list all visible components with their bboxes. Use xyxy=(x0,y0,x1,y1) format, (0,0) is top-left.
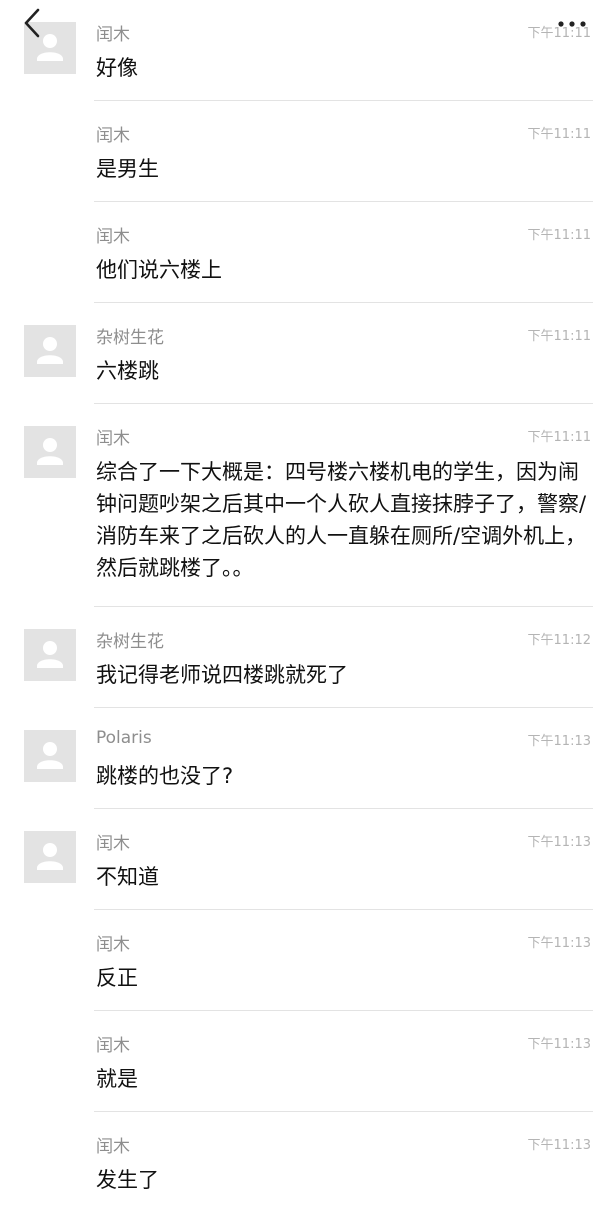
sender-name: 杂树生花 xyxy=(96,328,164,348)
more-button[interactable] xyxy=(555,16,589,30)
sender-name: 闰木 xyxy=(96,935,130,955)
sender-name: 闰木 xyxy=(96,1137,130,1157)
message-text: 他们说六楼上 xyxy=(96,258,222,282)
message-item[interactable]: Polaris 下午11:13 跳楼的也没了? xyxy=(0,708,615,809)
message-item[interactable]: 杂树生花 下午11:12 我记得老师说四楼跳就死了 xyxy=(0,607,615,708)
message-text: 反正 xyxy=(96,966,138,990)
message-text: 六楼跳 xyxy=(96,359,159,383)
message-item[interactable]: 闰木 下午11:13 发生了 xyxy=(0,1112,615,1213)
message-item[interactable]: 闰木 下午11:13 不知道 xyxy=(0,809,615,910)
sender-name: 闰木 xyxy=(96,429,130,449)
message-time: 下午11:12 xyxy=(527,633,591,648)
message-text: 就是 xyxy=(96,1067,138,1091)
default-user-icon xyxy=(37,843,63,870)
sender-name: 杂树生花 xyxy=(96,632,164,652)
message-text: 好像 xyxy=(96,56,138,80)
message-text: 综合了一下大概是：四号楼六楼机电的学生，因为闹钟问题吵架之后其中一个人砍人直接抹… xyxy=(96,460,587,580)
avatar[interactable] xyxy=(24,426,76,478)
sender-name: 闰木 xyxy=(96,126,130,146)
message-time: 下午11:11 xyxy=(527,228,591,243)
more-dots-icon xyxy=(558,21,586,27)
avatar[interactable] xyxy=(24,730,76,782)
message-item[interactable]: 闰木 下午11:13 反正 xyxy=(0,910,615,1011)
chevron-left-icon xyxy=(24,8,40,38)
message-item[interactable]: 闰木 下午11:11 他们说六楼上 xyxy=(0,202,615,303)
avatar[interactable] xyxy=(24,831,76,883)
message-time: 下午11:11 xyxy=(527,430,591,445)
message-list: 闰木 下午11:11 好像 闰木 下午11:11 是男生 闰木 下午11:11 … xyxy=(0,0,615,1213)
message-time: 下午11:13 xyxy=(527,936,591,951)
top-bar xyxy=(0,0,615,40)
message-time: 下午11:13 xyxy=(527,835,591,850)
message-time: 下午11:11 xyxy=(527,127,591,142)
message-item[interactable]: 闰木 下午11:13 就是 xyxy=(0,1011,615,1112)
message-text: 发生了 xyxy=(96,1168,159,1192)
avatar[interactable] xyxy=(24,629,76,681)
message-time: 下午11:13 xyxy=(527,734,591,749)
default-user-icon xyxy=(37,742,63,769)
sender-name: 闰木 xyxy=(96,1036,130,1056)
message-text: 不知道 xyxy=(96,865,159,889)
message-time: 下午11:13 xyxy=(527,1037,591,1052)
default-user-icon xyxy=(37,641,63,668)
sender-name: 闰木 xyxy=(96,834,130,854)
message-time: 下午11:13 xyxy=(527,1138,591,1153)
message-time: 下午11:11 xyxy=(527,329,591,344)
message-item[interactable]: 闰木 下午11:11 是男生 xyxy=(0,101,615,202)
default-user-icon xyxy=(37,438,63,465)
back-button[interactable] xyxy=(18,6,48,40)
message-text: 是男生 xyxy=(96,157,159,181)
default-user-icon xyxy=(37,337,63,364)
message-text: 我记得老师说四楼跳就死了 xyxy=(96,663,348,687)
sender-name: 闰木 xyxy=(96,227,130,247)
avatar[interactable] xyxy=(24,325,76,377)
message-item[interactable]: 杂树生花 下午11:11 六楼跳 xyxy=(0,303,615,404)
message-text: 跳楼的也没了? xyxy=(96,764,234,788)
message-item[interactable]: 闰木 下午11:11 综合了一下大概是：四号楼六楼机电的学生，因为闹钟问题吵架之… xyxy=(0,404,615,607)
sender-name: Polaris xyxy=(96,728,152,748)
